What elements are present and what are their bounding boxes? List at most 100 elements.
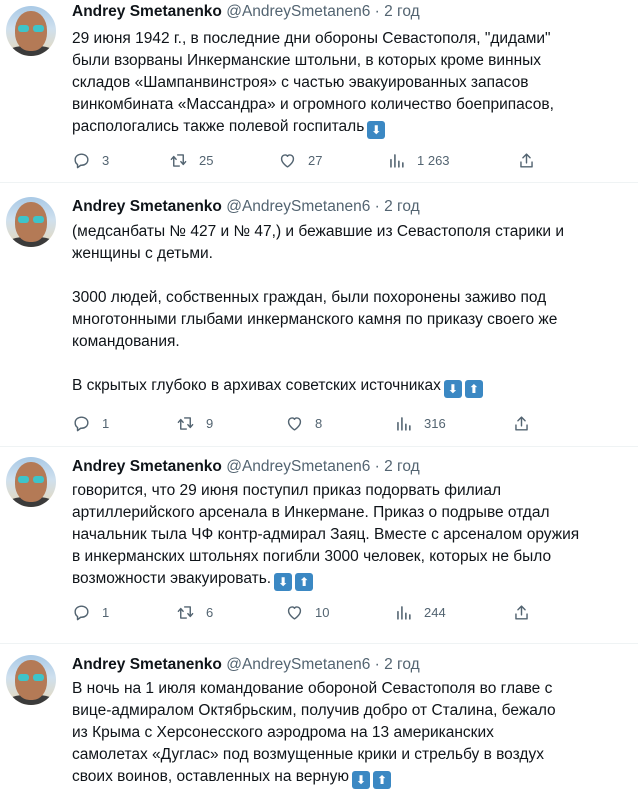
views-icon — [390, 153, 404, 168]
tweet-text: (медсанбаты № 427 и № 47,) и бежавшие из… — [72, 221, 626, 398]
avatar[interactable] — [6, 197, 56, 247]
author-handle[interactable]: @AndreySmetanen6 — [226, 656, 370, 673]
down-arrow-emoji-icon: ⬇ — [367, 121, 386, 139]
author-handle[interactable]: @AndreySmetanen6 — [226, 198, 370, 215]
separator-dot: · — [374, 3, 380, 20]
tweet-line: возможности эвакуировать. ⬇ ⬆ — [72, 568, 626, 591]
timestamp[interactable]: 2 год — [384, 656, 420, 673]
tweet-line: 3000 людей, собственных граждан, были по… — [72, 289, 547, 306]
reply-icon — [74, 152, 89, 168]
tweet-line: винкомбината «Массандра» и огромного кол… — [72, 96, 554, 113]
tweet-line: самолетах «Дуглас» под возмущенные крики… — [72, 746, 544, 763]
like-button[interactable]: 10 — [285, 600, 329, 624]
avatar[interactable] — [6, 6, 56, 56]
author-handle[interactable]: @AndreySmetanen6 — [226, 3, 370, 20]
reply-icon — [74, 415, 89, 431]
up-arrow-emoji-icon: ⬆ — [295, 573, 314, 591]
tweet-text: В ночь на 1 июля командование обороной С… — [72, 678, 626, 789]
share-button[interactable] — [512, 411, 531, 435]
tweet-line: женщины с детьми. — [72, 245, 213, 262]
tweet-line: распологались также полевой госпиталь ⬇ — [72, 116, 626, 139]
tweet-line: были взорваны Инкерманские штольни, в ко… — [72, 52, 542, 69]
retweet-button[interactable]: 6 — [176, 600, 213, 624]
retweet-icon — [177, 605, 194, 619]
timestamp[interactable]: 2 год — [384, 3, 420, 20]
reply-count: 3 — [102, 152, 110, 168]
tweet-line-text: своих воинов, оставленных на верную — [72, 768, 350, 785]
like-count: 8 — [315, 415, 323, 431]
reply-button[interactable]: 3 — [72, 148, 109, 172]
retweet-icon — [170, 153, 187, 167]
tweet[interactable]: Andrey Smetanenko @AndreySmetanen6 · 2 г… — [0, 447, 638, 644]
separator-dot: · — [374, 458, 380, 475]
views-icon — [397, 416, 411, 431]
tweet-line: говорится, что 29 июня поступил приказ п… — [72, 482, 501, 499]
retweet-button[interactable]: 9 — [176, 411, 213, 435]
views-count: 244 — [424, 604, 446, 620]
views-count: 1 263 — [417, 152, 450, 168]
views-button[interactable]: 244 — [394, 600, 446, 624]
views-button[interactable]: 316 — [394, 411, 446, 435]
retweet-count: 25 — [199, 152, 214, 168]
retweet-icon — [177, 416, 194, 430]
like-count: 10 — [315, 604, 330, 620]
views-count: 316 — [424, 415, 446, 431]
avatar[interactable] — [6, 457, 56, 507]
author-name[interactable]: Andrey Smetanenko — [72, 198, 222, 215]
separator-dot: · — [374, 656, 380, 673]
retweet-count: 9 — [206, 415, 214, 431]
tweet-line: В скрытых глубоко в архивах советских ис… — [72, 375, 626, 398]
tweet-line: командования. — [72, 333, 180, 350]
tweet[interactable]: Andrey Smetanenko @AndreySmetanen6 · 2 г… — [0, 644, 638, 798]
author-handle[interactable]: @AndreySmetanen6 — [226, 458, 370, 475]
up-arrow-emoji-icon: ⬆ — [464, 380, 483, 398]
reply-icon — [74, 604, 89, 620]
tweet-text: 29 июня 1942 г., в последние дни обороны… — [72, 28, 626, 139]
tweet-line-text: возможности эвакуировать. — [72, 570, 272, 587]
heart-icon — [280, 153, 295, 168]
share-icon — [515, 604, 528, 620]
tweet[interactable]: Andrey Smetanenko @AndreySmetanen6 · 2 г… — [0, 183, 638, 447]
author-name[interactable]: Andrey Smetanenko — [72, 3, 222, 20]
down-arrow-emoji-icon: ⬇ — [274, 573, 293, 591]
up-arrow-emoji-icon: ⬆ — [373, 771, 392, 789]
reply-button[interactable]: 1 — [72, 411, 109, 435]
tweet-line: начальник тыла ЧФ контр-адмирал Заяц. Вм… — [72, 526, 580, 543]
retweet-button[interactable]: 25 — [169, 148, 213, 172]
timestamp[interactable]: 2 год — [384, 198, 420, 215]
reply-count: 1 — [102, 415, 110, 431]
tweet-line: (медсанбаты № 427 и № 47,) и бежавшие из… — [72, 223, 565, 240]
down-arrow-emoji-icon: ⬇ — [352, 771, 371, 789]
tweet-line: В ночь на 1 июля командование обороной С… — [72, 680, 553, 697]
views-icon — [397, 605, 411, 620]
heart-icon — [287, 416, 302, 431]
reply-count: 1 — [102, 604, 110, 620]
tweet-line: многотонными глыбами инкерманского камня… — [72, 311, 558, 328]
tweet-line-text: В скрытых глубоко в архивах советских ис… — [72, 377, 441, 394]
tweet-line: складов «Шампанвинстроя» с частью эвакуи… — [72, 74, 529, 91]
tweet-text: говорится, что 29 июня поступил приказ п… — [72, 480, 626, 591]
reply-button[interactable]: 1 — [72, 600, 109, 624]
like-button[interactable]: 27 — [278, 148, 322, 172]
timestamp[interactable]: 2 год — [384, 458, 420, 475]
like-button[interactable]: 8 — [285, 411, 322, 435]
tweet-line-text: распологались также полевой госпиталь — [72, 118, 365, 135]
views-button[interactable]: 1 263 — [387, 148, 450, 172]
author-name[interactable]: Andrey Smetanenko — [72, 656, 222, 673]
share-button[interactable] — [512, 600, 531, 624]
tweet[interactable]: Andrey Smetanenko @AndreySmetanen6 · 2 г… — [0, 0, 638, 183]
share-icon — [520, 152, 533, 168]
tweet-line: своих воинов, оставленных на верную ⬇ ⬆ — [72, 766, 626, 789]
tweet-line: вице-адмиралом Октябрьским, получив добр… — [72, 702, 556, 719]
like-count: 27 — [308, 152, 323, 168]
retweet-count: 6 — [206, 604, 214, 620]
share-icon — [515, 415, 528, 431]
separator-dot: · — [374, 198, 380, 215]
tweet-line: в инкерманских штольнях погибли 3000 чел… — [72, 548, 552, 565]
tweet-line: из Крыма с Херсонесского аэродрома на 13… — [72, 724, 494, 741]
avatar[interactable] — [6, 655, 56, 705]
author-name[interactable]: Andrey Smetanenko — [72, 458, 222, 475]
share-button[interactable] — [517, 148, 536, 172]
tweet-feed: Andrey Smetanenko @AndreySmetanen6 · 2 г… — [0, 0, 638, 798]
